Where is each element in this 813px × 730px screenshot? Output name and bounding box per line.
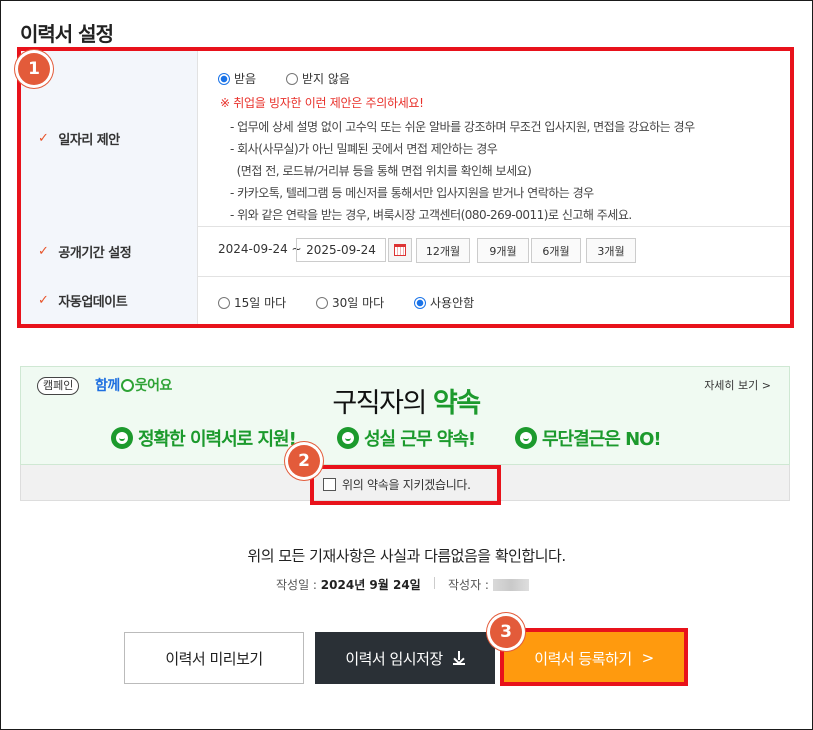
slogan-text: 무단결근은 NO! (542, 429, 662, 450)
meta-divider (434, 577, 435, 589)
highlight-box-promise (310, 465, 501, 505)
written-author: 작성자 : (448, 576, 529, 593)
title-prefix: 구직자의 (332, 388, 433, 419)
step-badge-1: 1 (18, 53, 50, 85)
author-label: 작성자 : (448, 578, 489, 592)
section-title: 이력서 설정 (20, 22, 114, 46)
slogan-text: 성실 근무 약속! (364, 429, 476, 450)
preview-label: 이력서 미리보기 (165, 649, 263, 668)
smile-icon (337, 427, 359, 449)
preview-button[interactable]: 이력서 미리보기 (124, 632, 304, 684)
title-highlight: 약속 (432, 388, 481, 419)
author-name-redacted (492, 579, 529, 591)
step-badge-3: 3 (490, 616, 522, 648)
campaign-banner: 캠페인 함께 웃어요 자세히 보기 > 구직자의 약속 정확한 이력서로 지원! … (20, 366, 790, 465)
step-badge-2: 2 (288, 445, 320, 477)
date-label: 작성일 : (276, 578, 321, 592)
written-date: 작성일 : 2024년 9월 24일 (276, 576, 421, 593)
campaign-title: 구직자의 약속 (21, 381, 791, 420)
temp-save-button[interactable]: 이력서 임시저장 (315, 632, 495, 684)
date-value: 2024년 9월 24일 (320, 578, 421, 592)
highlight-box-settings (17, 47, 794, 328)
smile-icon (515, 427, 537, 449)
temp-save-label: 이력서 임시저장 (345, 649, 443, 668)
smile-icon (111, 427, 133, 449)
slogan-text: 정확한 이력서로 지원! (138, 429, 297, 450)
slogan-item: 무단결근은 NO! (515, 425, 662, 451)
confirm-text: 위의 모든 기재사항은 사실과 다름없음을 확인합니다. (247, 547, 566, 565)
highlight-box-submit (500, 628, 688, 686)
slogan-item: 성실 근무 약속! (337, 425, 476, 451)
slogan-item: 정확한 이력서로 지원! (111, 425, 297, 451)
download-icon (452, 651, 465, 665)
